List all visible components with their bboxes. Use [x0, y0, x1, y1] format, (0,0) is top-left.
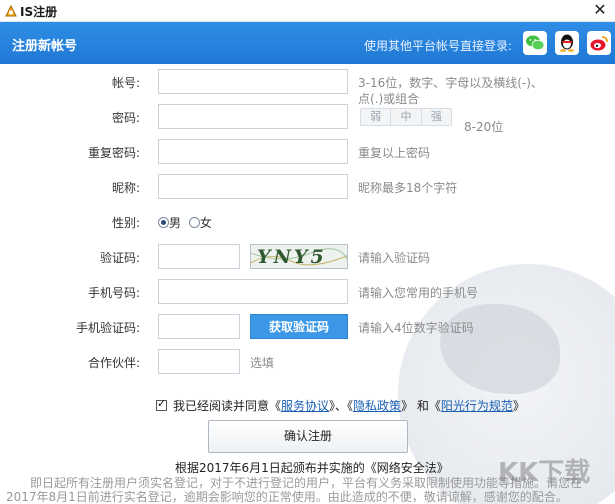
password-strength-meter: 弱 中 强 — [360, 108, 452, 126]
agreement-suffix: 》 — [512, 399, 525, 413]
confirm-password-hint: 重复以上密码 — [358, 146, 431, 160]
password-label: 密码: — [111, 111, 140, 125]
close-icon[interactable]: ✕ — [591, 1, 609, 19]
service-agreement-link[interactable]: 服务协议 — [281, 399, 329, 413]
password-hint: 8-20位 — [464, 120, 504, 134]
gender-male-label: 男 — [169, 216, 182, 230]
nickname-input[interactable] — [158, 174, 348, 199]
account-hint-line1: 3-16位，数字、字母以及横线(-)、 — [358, 76, 543, 90]
nickname-hint: 昵称最多18个字符 — [358, 181, 458, 195]
sms-code-input[interactable] — [158, 314, 240, 339]
page-title: 注册新帐号 — [12, 39, 78, 54]
password-row: 密码: 弱 中 强 8-20位 — [0, 104, 615, 134]
watermark-logo: KK下载 — [498, 458, 591, 488]
qq-login-button[interactable] — [555, 31, 579, 55]
social-login-text: 使用其他平台帐号直接登录: — [364, 39, 513, 53]
app-logo-icon — [5, 4, 17, 17]
account-row: 帐号: 3-16位，数字、字母以及横线(-)、 点(.)或组合 — [0, 69, 615, 106]
title-bar: IS注册 ✕ — [0, 0, 615, 22]
agreement-prefix: 我已经阅读并同意《 — [173, 399, 282, 413]
qq-penguin-icon — [560, 34, 574, 52]
strength-weak: 弱 — [361, 109, 392, 125]
get-sms-code-button[interactable]: 获取验证码 — [250, 314, 348, 339]
notice-title: 根据2017年6月1日起颁布并实施的《网络安全法》 — [175, 461, 449, 475]
captcha-image[interactable]: YNY5 — [250, 244, 348, 269]
wechat-login-button[interactable] — [523, 31, 547, 55]
nickname-label: 昵称: — [111, 181, 140, 195]
agreement-line: 我已经阅读并同意《服务协议》、《隐私政策》 和《阳光行为规范》 — [156, 397, 525, 414]
partner-label: 合作伙伴: — [87, 356, 140, 370]
agreement-checkbox[interactable] — [156, 397, 167, 411]
confirm-register-button[interactable]: 确认注册 — [208, 420, 408, 453]
window-title: IS注册 — [20, 5, 58, 19]
confirm-password-label: 重复密码: — [87, 146, 140, 160]
privacy-policy-link[interactable]: 隐私政策 — [353, 399, 401, 413]
wechat-icon — [526, 35, 545, 51]
nickname-row: 昵称: 昵称最多18个字符 — [0, 174, 615, 200]
phone-label: 手机号码: — [87, 286, 140, 300]
weibo-icon — [590, 36, 608, 51]
captcha-hint: 请输入验证码 — [358, 251, 431, 265]
phone-row: 手机号码: 请输入您常用的手机号 — [0, 279, 615, 305]
sms-code-hint: 请输入4位数字验证码 — [358, 321, 474, 335]
partner-hint: 选填 — [250, 356, 275, 370]
notice-line2: 2017年8月1日前进行实名登记，逾期会影响您的正常使用。由此造成的不便，敬请谅… — [6, 490, 568, 504]
confirm-password-input[interactable] — [158, 139, 348, 164]
captcha-text: YNY5 — [257, 246, 327, 268]
phone-hint: 请输入您常用的手机号 — [358, 286, 479, 300]
account-label: 帐号: — [111, 76, 140, 90]
partner-row: 合作伙伴: 选填 — [0, 349, 615, 375]
sms-code-label: 手机验证码: — [75, 321, 140, 335]
captcha-label: 验证码: — [99, 251, 140, 265]
gender-options: 男 女 — [158, 214, 212, 231]
account-input[interactable] — [158, 69, 348, 94]
conduct-rules-link[interactable]: 阳光行为规范 — [441, 399, 513, 413]
registration-form: 帐号: 3-16位，数字、字母以及横线(-)、 点(.)或组合 密码: 弱 中 … — [0, 64, 615, 504]
sms-code-row: 手机验证码: 获取验证码 请输入4位数字验证码 — [0, 314, 615, 340]
agreement-sep2: 》 和《 — [401, 399, 441, 413]
strength-strong: 强 — [421, 109, 451, 125]
gender-female-label: 女 — [199, 216, 212, 230]
gender-female-radio[interactable] — [188, 217, 200, 228]
agreement-sep1: 》、《 — [329, 399, 354, 413]
confirm-password-row: 重复密码: 重复以上密码 — [0, 139, 615, 165]
partner-input[interactable] — [158, 349, 240, 374]
gender-male-radio[interactable] — [158, 217, 169, 228]
gender-label: 性别: — [111, 216, 140, 230]
header-bar: 注册新帐号 使用其他平台帐号直接登录: — [0, 22, 615, 64]
strength-medium: 中 — [391, 109, 422, 125]
gender-row: 性别: 男 女 — [0, 209, 615, 235]
captcha-input[interactable] — [158, 244, 240, 269]
captcha-row: 验证码: YNY5 请输入验证码 — [0, 244, 615, 270]
password-input[interactable] — [158, 104, 348, 129]
phone-input[interactable] — [158, 279, 348, 304]
weibo-login-button[interactable] — [587, 31, 611, 55]
